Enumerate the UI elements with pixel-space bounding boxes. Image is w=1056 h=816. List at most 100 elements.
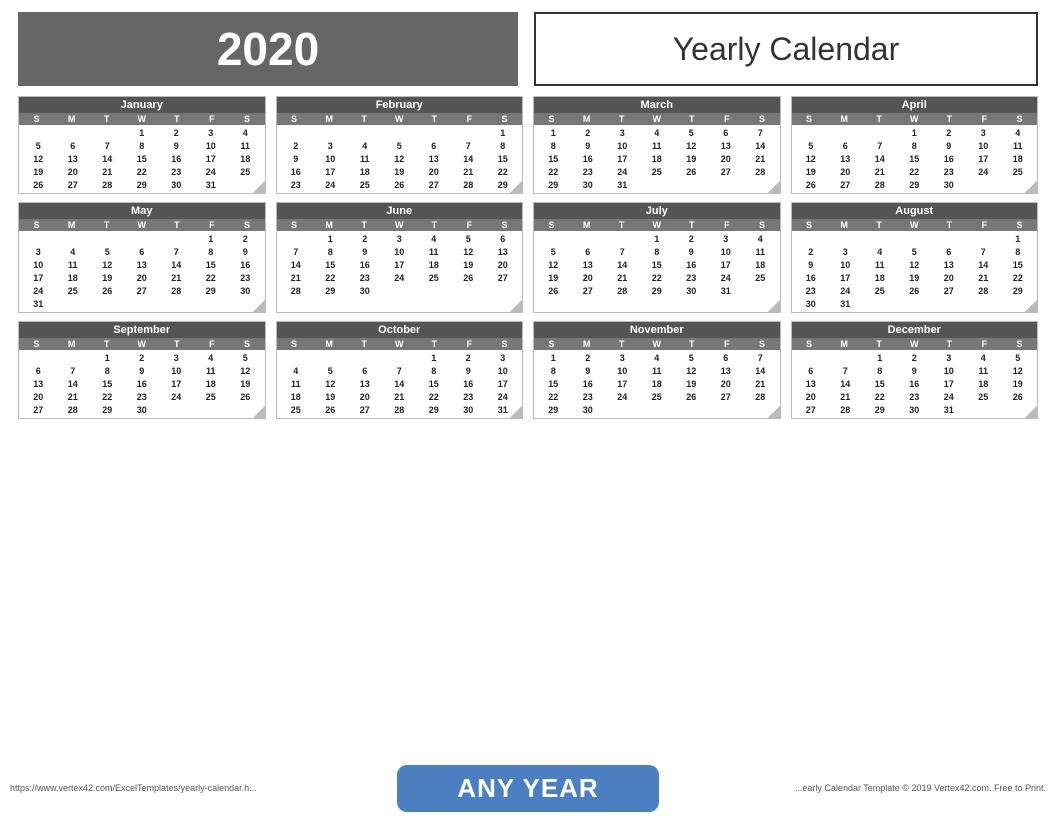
day-cell: 29 (313, 284, 348, 297)
day-cell: 4 (743, 232, 778, 245)
day-cell: 7 (828, 364, 863, 377)
day-cell: 27 (794, 403, 829, 416)
day-cell: 20 (417, 165, 452, 178)
day-cell: 22 (313, 271, 348, 284)
day-header-label: S (792, 113, 827, 125)
day-cell: 24 (486, 390, 521, 403)
day-cell: 3 (21, 245, 56, 258)
empty-day (794, 126, 829, 139)
day-cell: 20 (709, 152, 744, 165)
day-cell: 24 (382, 271, 417, 284)
day-cell: 30 (571, 403, 606, 416)
day-cell: 26 (90, 284, 125, 297)
day-cell: 20 (932, 271, 967, 284)
day-cell: 12 (1001, 364, 1036, 377)
day-cell: 17 (966, 152, 1001, 165)
day-cell: 10 (605, 139, 640, 152)
day-cell: 9 (159, 139, 194, 152)
day-cell: 20 (828, 165, 863, 178)
day-cell: 14 (56, 377, 91, 390)
day-cell: 24 (932, 390, 967, 403)
day-cell: 25 (743, 271, 778, 284)
day-cell: 12 (897, 258, 932, 271)
day-cell: 27 (125, 284, 160, 297)
day-cell: 13 (125, 258, 160, 271)
day-cell: 29 (536, 178, 571, 191)
empty-day (313, 126, 348, 139)
empty-day (90, 232, 125, 245)
empty-day (313, 351, 348, 364)
month-block-august: AugustSMTWTFS123456789101112131415161718… (791, 202, 1039, 313)
day-cell: 21 (743, 152, 778, 165)
empty-day (90, 126, 125, 139)
day-cell: 15 (486, 152, 521, 165)
empty-day (21, 232, 56, 245)
month-block-february: FebruarySMTWTFS1234567891011121314151617… (276, 96, 524, 194)
day-cell: 2 (571, 126, 606, 139)
day-cell: 3 (932, 351, 967, 364)
day-cell: 16 (932, 152, 967, 165)
month-header: December (792, 322, 1038, 338)
day-header-label: S (792, 219, 827, 231)
day-cell: 16 (897, 377, 932, 390)
day-cell: 17 (21, 271, 56, 284)
day-header-label: W (382, 113, 417, 125)
day-cell: 22 (486, 165, 521, 178)
day-header-label: M (312, 113, 347, 125)
day-cell: 15 (897, 152, 932, 165)
empty-day (451, 126, 486, 139)
day-cell: 10 (605, 364, 640, 377)
any-year-button[interactable]: ANY YEAR (397, 765, 658, 812)
day-header-label: F (452, 113, 487, 125)
day-header-label: T (159, 219, 194, 231)
day-cell: 29 (640, 284, 675, 297)
day-cell: 30 (125, 403, 160, 416)
day-header-label: S (229, 219, 264, 231)
day-cell: 31 (21, 297, 56, 310)
day-cell: 10 (194, 139, 229, 152)
day-cell: 22 (125, 165, 160, 178)
day-cell: 10 (932, 364, 967, 377)
day-cell: 8 (125, 139, 160, 152)
day-cell: 11 (279, 377, 314, 390)
empty-day (125, 232, 160, 245)
day-header-label: S (19, 219, 54, 231)
day-cell: 19 (1001, 377, 1036, 390)
day-header-label: F (709, 113, 744, 125)
day-cell: 28 (828, 403, 863, 416)
bottom-bar: https://www.vertex42.com/ExcelTemplates/… (0, 760, 1056, 816)
day-cell: 17 (382, 258, 417, 271)
day-cell: 25 (640, 390, 675, 403)
day-cell: 23 (932, 165, 967, 178)
day-cell: 29 (125, 178, 160, 191)
day-cell: 16 (228, 258, 263, 271)
day-cell: 7 (382, 364, 417, 377)
calendar-title: Yearly Calendar (534, 12, 1038, 86)
day-cell: 8 (640, 245, 675, 258)
day-cell: 29 (863, 403, 898, 416)
year-display: 2020 (18, 12, 518, 86)
day-cell: 9 (451, 364, 486, 377)
day-cell: 27 (21, 403, 56, 416)
day-cell: 27 (417, 178, 452, 191)
day-header-label: T (604, 113, 639, 125)
day-cell: 15 (640, 258, 675, 271)
day-cell: 5 (90, 245, 125, 258)
empty-day (159, 232, 194, 245)
day-header-label: S (1002, 113, 1037, 125)
day-cell: 30 (794, 297, 829, 310)
day-cell: 27 (571, 284, 606, 297)
day-cell: 31 (486, 403, 521, 416)
day-cell: 1 (125, 126, 160, 139)
day-cell: 9 (125, 364, 160, 377)
day-cell: 4 (863, 245, 898, 258)
day-header-label: T (932, 113, 967, 125)
day-header-label: S (277, 113, 312, 125)
day-cell: 15 (536, 152, 571, 165)
month-block-january: JanuarySMTWTFS12345678910111213141516171… (18, 96, 266, 194)
day-cell: 26 (536, 284, 571, 297)
day-cell: 2 (451, 351, 486, 364)
day-cell: 24 (605, 390, 640, 403)
day-cell: 4 (640, 126, 675, 139)
day-cell: 6 (932, 245, 967, 258)
